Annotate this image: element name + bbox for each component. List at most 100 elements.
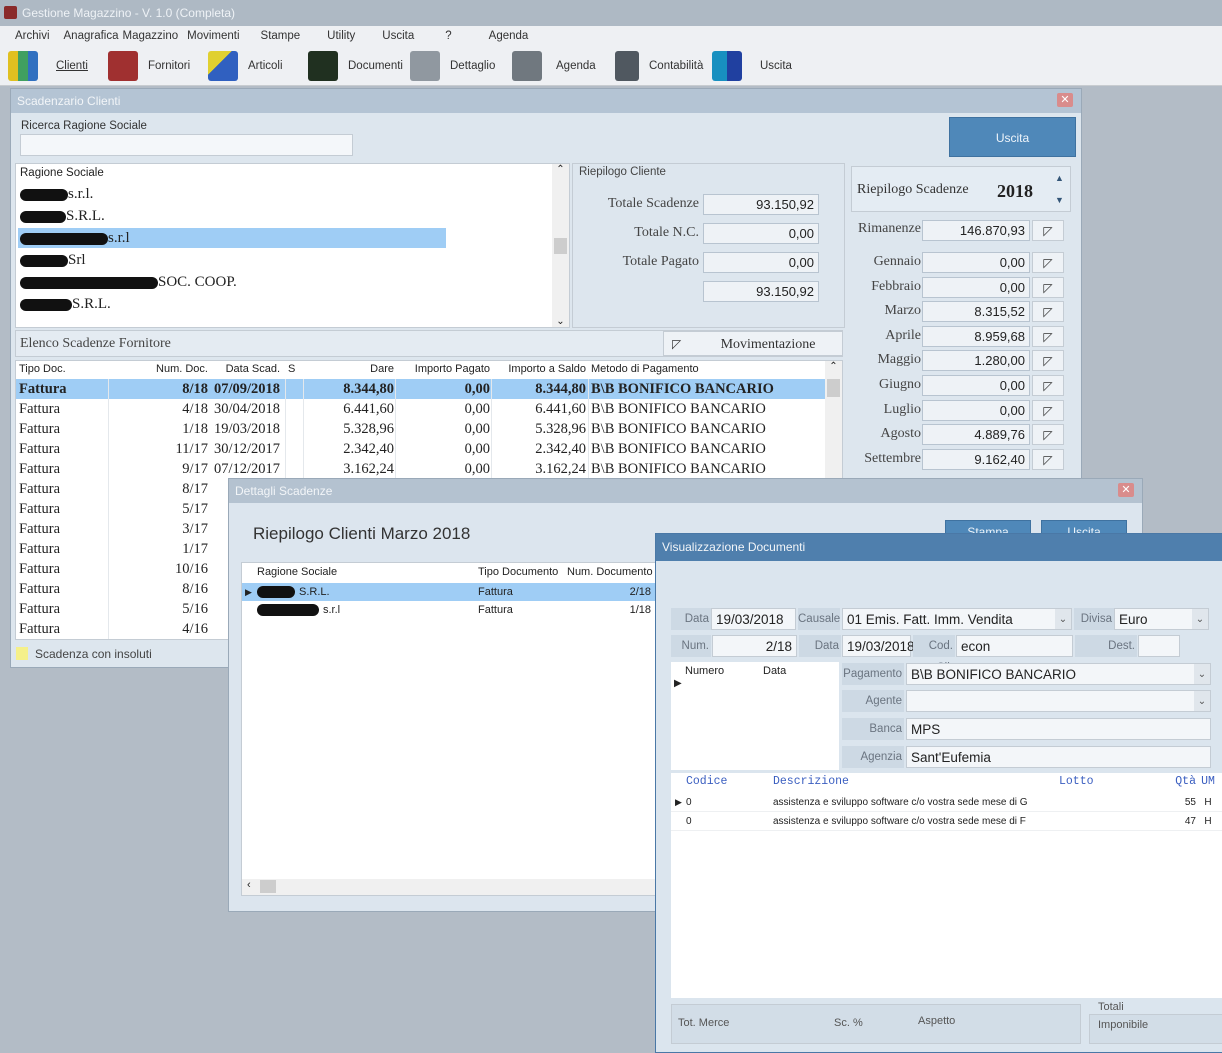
- data-r-field[interactable]: 19/03/2018: [711, 608, 796, 630]
- table-row[interactable]: ▶ S.R.L. Fattura 2/18: [242, 583, 660, 601]
- month-detail-button[interactable]: ◸: [1032, 448, 1064, 470]
- toolbar-dettaglio-button[interactable]: Dettaglio: [410, 50, 495, 82]
- rimanenze-value: 146.870,93: [922, 220, 1030, 241]
- righe-documento-grid[interactable]: Codice Descrizione Lotto Qtà UM ▶ 0 assistenza …: [671, 773, 1222, 998]
- dettagli-heading: Riepilogo Clienti Marzo 2018: [253, 524, 471, 543]
- column-header[interactable]: Tipo Doc.: [19, 363, 109, 375]
- close-icon[interactable]: ✕: [1118, 483, 1134, 497]
- menu-agenda[interactable]: Agenda: [482, 26, 536, 46]
- close-icon[interactable]: ✕: [1057, 93, 1073, 107]
- chevron-down-icon[interactable]: ⌄: [1194, 691, 1210, 711]
- table-row[interactable]: Fattura 11/17 30/12/2017 2.342,40 0,00 2.342,…: [16, 439, 826, 459]
- menu-archivi[interactable]: Archivi: [8, 26, 57, 46]
- column-header[interactable]: Data Scad.: [212, 363, 280, 375]
- menu-stampe[interactable]: Stampe: [254, 26, 321, 46]
- toolbar-contabilita-button[interactable]: Contabilità: [615, 50, 703, 82]
- table-cell: 3.162,24: [343, 461, 394, 477]
- month-detail-button[interactable]: ◸: [1032, 252, 1064, 273]
- factory-icon: [108, 51, 138, 81]
- table-cell: Fattura: [19, 541, 61, 557]
- column-header[interactable]: Qtà: [1131, 775, 1196, 788]
- table-row[interactable]: Fattura 8/18 07/09/2018 8.344,80 0,00 8.344,8…: [16, 379, 826, 399]
- toolbar-clienti-button[interactable]: Clienti: [8, 50, 88, 82]
- dest-field[interactable]: [1138, 635, 1180, 657]
- chevron-down-icon[interactable]: ⌄: [1194, 664, 1210, 684]
- menu-movimenti[interactable]: Movimenti: [180, 26, 253, 46]
- table-cell: Fattura: [19, 621, 61, 637]
- table-row[interactable]: ▶ 0 assistenza e sviluppo software c/o vos…: [671, 793, 1222, 812]
- toolbar-fornitori-button[interactable]: Fornitori: [108, 50, 190, 82]
- client-list-item[interactable]: s.r.l: [18, 228, 446, 248]
- dettagli-hscrollbar[interactable]: ‹: [242, 879, 660, 895]
- rimanenze-detail-button[interactable]: ◸: [1032, 220, 1064, 241]
- column-header[interactable]: Lotto: [1059, 775, 1129, 788]
- column-header[interactable]: Num. Doc.: [111, 363, 208, 375]
- chevron-down-icon[interactable]: ⌄: [1055, 609, 1071, 629]
- year-spinner-down[interactable]: ▼: [1055, 195, 1064, 205]
- divisa-select[interactable]: Euro ⌄: [1114, 608, 1209, 630]
- table-row[interactable]: Fattura 1/18 19/03/2018 5.328,96 0,00 5.328,9…: [16, 419, 826, 439]
- table-row[interactable]: Fattura 4/18 30/04/2018 6.441,60 0,00 6.441,6…: [16, 399, 826, 419]
- agente-select[interactable]: ⌄: [906, 690, 1211, 712]
- table-cell: 30/04/2018: [213, 401, 280, 417]
- column-header[interactable]: Importo Pagato: [398, 363, 490, 375]
- column-header[interactable]: Dare: [306, 363, 394, 375]
- month-detail-button[interactable]: ◸: [1032, 424, 1064, 446]
- pagamento-select[interactable]: B\B BONIFICO BANCARIO ⌄: [906, 663, 1211, 685]
- app-title-bar: Gestione Magazzino - V. 1.0 (Completa): [0, 0, 1222, 26]
- menu-uscita[interactable]: Uscita: [375, 26, 438, 46]
- year-spinner-up[interactable]: ▲: [1055, 173, 1064, 183]
- riepilogo-cliente-value: 0,00: [703, 252, 819, 273]
- table-row[interactable]: Fattura 9/17 07/12/2017 3.162,24 0,00 3.162,2…: [16, 459, 826, 479]
- exit-button[interactable]: Uscita: [949, 117, 1076, 157]
- table-cell: 07/09/2018: [213, 381, 280, 397]
- client-list-item[interactable]: Srl: [18, 250, 446, 270]
- riferimenti-grid[interactable]: Numero Data ▶: [671, 662, 839, 770]
- menu-magazzino[interactable]: Magazzino: [121, 26, 181, 46]
- menu-help[interactable]: ?: [438, 26, 481, 46]
- dettagli-grid[interactable]: Ragione Sociale Tipo Documento Num. Docu…: [241, 562, 661, 896]
- data-field[interactable]: 19/03/2018: [842, 635, 915, 657]
- column-header[interactable]: Metodo di Pagamento: [591, 363, 826, 375]
- search-input[interactable]: [20, 134, 353, 156]
- num-field[interactable]: 2/18: [712, 635, 797, 657]
- client-list-item[interactable]: S.R.L.: [18, 294, 446, 314]
- month-detail-button[interactable]: ◸: [1032, 375, 1064, 396]
- table-cell: Fattura: [19, 521, 61, 537]
- client-list-scrollbar[interactable]: ⌃ ⌄: [552, 164, 569, 327]
- client-list-item[interactable]: S.R.L.: [18, 206, 446, 226]
- table-row[interactable]: 0 assistenza e sviluppo software c/o vost…: [671, 812, 1222, 831]
- elenco-header: Elenco Scadenze Fornitore ◸ Movimentazion…: [15, 330, 843, 357]
- toolbar-agenda-button[interactable]: Agenda: [512, 50, 596, 82]
- movimentazione-button[interactable]: ◸ Movimentazione: [663, 331, 843, 356]
- toolbar-documenti-button[interactable]: Documenti: [308, 50, 403, 82]
- chevron-down-icon[interactable]: ⌄: [1192, 609, 1208, 629]
- client-list[interactable]: Ragione Sociale s.r.l. S.R.L. s.r.l Srl SOC.…: [15, 163, 570, 328]
- column-header[interactable]: Importo a Saldo: [494, 363, 586, 375]
- causale-select[interactable]: 01 Emis. Fatt. Imm. Vendita ⌄: [842, 608, 1072, 630]
- column-header[interactable]: Codice: [686, 775, 766, 788]
- column-header[interactable]: UM: [1198, 775, 1218, 788]
- month-detail-button[interactable]: ◸: [1032, 276, 1064, 298]
- column-header[interactable]: Descrizione: [773, 775, 1058, 788]
- month-detail-button[interactable]: ◸: [1032, 301, 1064, 323]
- legend-insoluti: Scadenza con insoluti: [15, 645, 245, 663]
- menu-utility[interactable]: Utility: [320, 26, 375, 46]
- redacted-name: [20, 232, 108, 245]
- table-row[interactable]: s.r.l Fattura 1/18: [242, 601, 660, 619]
- column-header[interactable]: S: [288, 363, 302, 375]
- client-list-item[interactable]: s.r.l.: [18, 184, 446, 204]
- banca-field[interactable]: MPS: [906, 718, 1211, 740]
- client-list-item[interactable]: SOC. COOP.: [18, 272, 446, 292]
- agenzia-field[interactable]: Sant'Eufemia: [906, 746, 1211, 768]
- table-cell: Fattura: [19, 401, 61, 417]
- month-detail-button[interactable]: ◸: [1032, 325, 1064, 347]
- cod-cli-field[interactable]: econ: [956, 635, 1073, 657]
- month-detail-button[interactable]: ◸: [1032, 399, 1064, 421]
- month-detail-button[interactable]: ◸: [1032, 350, 1064, 372]
- riepilogo-cliente-value: 93.150,92: [703, 194, 819, 215]
- toolbar-articoli-button[interactable]: Articoli: [208, 50, 283, 82]
- toolbar-uscita-button[interactable]: Uscita: [712, 50, 792, 82]
- redacted-name: [20, 188, 68, 201]
- menu-anagrafica[interactable]: Anagrafica: [57, 26, 121, 46]
